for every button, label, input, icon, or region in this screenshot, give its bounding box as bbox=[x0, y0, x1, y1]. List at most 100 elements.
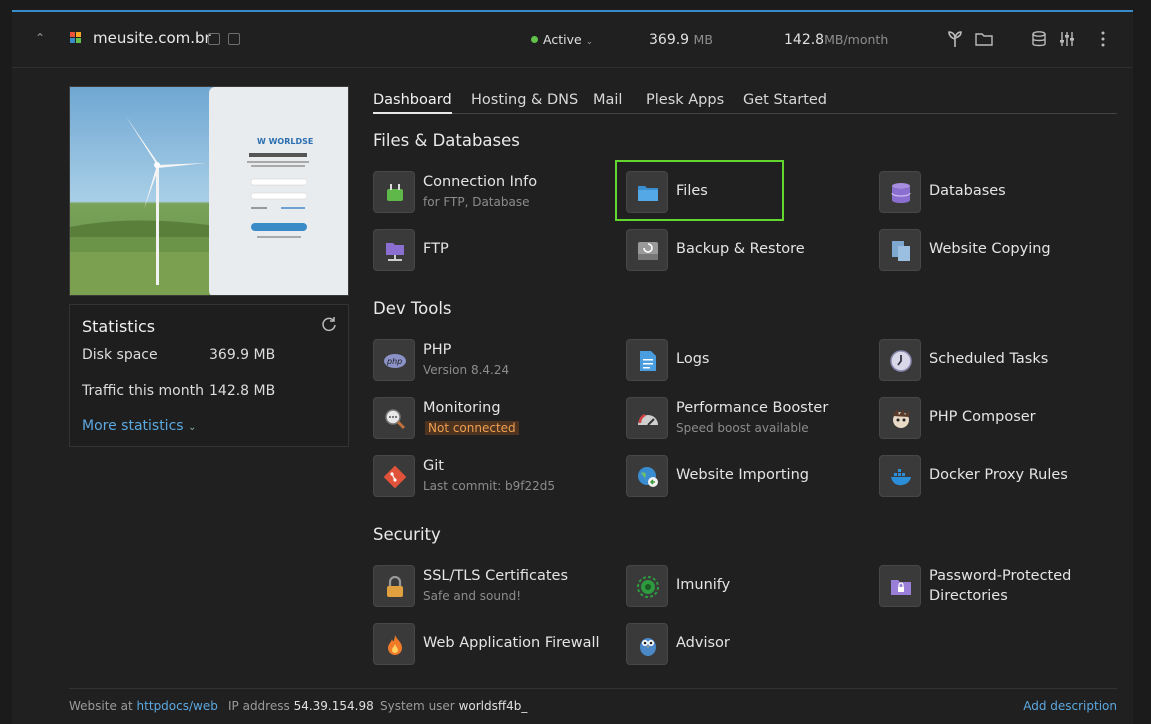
svg-text:W WORLDSE: W WORLDSE bbox=[257, 137, 313, 146]
tool-ssl-certificates[interactable]: SSL/TLS Certificates Safe and sound! bbox=[373, 565, 593, 609]
website-path-label: Website at bbox=[69, 699, 133, 713]
tab-plesk-apps[interactable]: Plesk Apps bbox=[646, 92, 724, 114]
site-logo-icon bbox=[70, 32, 82, 46]
disk-unit: MB bbox=[693, 32, 713, 47]
chevron-down-icon: ⌄ bbox=[585, 37, 594, 47]
tool-git[interactable]: Git Last commit: b9f22d5 bbox=[373, 455, 593, 499]
more-options-icon[interactable] bbox=[1093, 29, 1113, 49]
plug-icon bbox=[373, 171, 415, 213]
tab-mail[interactable]: Mail bbox=[593, 92, 622, 114]
tool-label: SSL/TLS Certificates bbox=[423, 568, 568, 584]
section-files-databases: Files & Databases bbox=[373, 131, 520, 150]
tool-sub: Version 8.4.24 bbox=[423, 363, 510, 377]
stats-value: 369.9 MB bbox=[209, 347, 276, 363]
more-statistics-label: More statistics bbox=[82, 418, 184, 434]
tool-label: Connection Info bbox=[423, 174, 538, 190]
subscription-card: ⌃ meusite.com.br Active ⌄ 369.9 MB 142.8M… bbox=[12, 10, 1133, 724]
imunify-icon bbox=[626, 565, 668, 607]
statistics-panel: Statistics Disk space 369.9 MB Traffic t… bbox=[69, 304, 349, 447]
collapse-chevron-icon[interactable]: ⌃ bbox=[32, 30, 48, 46]
tool-sub: Last commit: b9f22d5 bbox=[423, 479, 556, 493]
system-user-value: worldsff4b_ bbox=[458, 699, 528, 713]
tool-label: Performance Booster bbox=[676, 400, 829, 416]
section-dev-tools: Dev Tools bbox=[373, 299, 452, 318]
status-dot-icon bbox=[531, 36, 538, 43]
globe-import-icon bbox=[626, 455, 668, 497]
site-name[interactable]: meusite.com.br bbox=[93, 29, 211, 47]
tool-docker-proxy-rules[interactable]: Docker Proxy Rules bbox=[879, 455, 1079, 499]
tool-php[interactable]: php PHP Version 8.4.24 bbox=[373, 339, 573, 383]
tool-sub: Safe and sound! bbox=[423, 589, 522, 603]
tool-connection-info[interactable]: Connection Info for FTP, Database bbox=[373, 171, 593, 215]
sprout-icon[interactable] bbox=[945, 29, 965, 49]
tool-website-importing[interactable]: Website Importing bbox=[626, 455, 826, 499]
php-icon: php bbox=[373, 339, 415, 381]
card-footer: Website at httpdocs/web IP address 54.39… bbox=[69, 688, 1117, 713]
sliders-icon[interactable] bbox=[1057, 29, 1077, 49]
website-path-link[interactable]: httpdocs/web bbox=[137, 699, 218, 713]
website-path: Website at httpdocs/web bbox=[69, 699, 218, 713]
lock-icon bbox=[373, 565, 415, 607]
statistics-title: Statistics bbox=[82, 317, 156, 336]
tool-website-copying[interactable]: Website Copying bbox=[879, 229, 1079, 273]
git-icon bbox=[373, 455, 415, 497]
copy-icon[interactable] bbox=[208, 33, 220, 45]
tool-php-composer[interactable]: PHP Composer bbox=[879, 397, 1079, 441]
more-statistics-link[interactable]: More statistics ⌄ bbox=[82, 418, 196, 434]
composer-icon bbox=[879, 397, 921, 439]
tool-label: PHP bbox=[423, 342, 452, 358]
tab-hosting-dns[interactable]: Hosting & DNS bbox=[471, 92, 578, 114]
system-user-label: System user bbox=[380, 699, 455, 713]
database-icon[interactable] bbox=[1029, 29, 1049, 49]
speedometer-icon bbox=[626, 397, 668, 439]
svg-text:php: php bbox=[386, 357, 402, 366]
status-badge: Not connected bbox=[425, 421, 519, 435]
tool-label: Imunify bbox=[676, 577, 731, 593]
login-form-preview: W WORLDSE bbox=[247, 137, 313, 238]
disk-value: 369.9 bbox=[649, 32, 690, 48]
tool-label-line2: Directories bbox=[929, 588, 1008, 604]
tool-databases[interactable]: Databases bbox=[879, 171, 1079, 215]
traffic-value: 142.8 bbox=[784, 32, 825, 48]
tool-performance-booster[interactable]: Performance Booster Speed boost availabl… bbox=[626, 397, 829, 441]
tool-label: FTP bbox=[423, 241, 449, 257]
tool-label: Git bbox=[423, 458, 444, 474]
add-description-link[interactable]: Add description bbox=[1023, 699, 1117, 713]
magnifier-icon bbox=[373, 397, 415, 439]
tool-logs[interactable]: Logs bbox=[626, 339, 826, 383]
traffic-metric: 142.8MB/month bbox=[784, 32, 888, 48]
website-preview[interactable]: W WORLDSE bbox=[69, 86, 349, 296]
stats-value: 142.8 MB bbox=[209, 383, 276, 399]
locked-folder-icon bbox=[879, 565, 921, 607]
status-dropdown[interactable]: Active ⌄ bbox=[531, 32, 593, 47]
tool-label: Monitoring bbox=[423, 400, 501, 416]
tool-files[interactable]: Files bbox=[626, 171, 776, 215]
tool-label: Password-Protected bbox=[929, 568, 1072, 584]
ip-value: 54.39.154.98 bbox=[293, 699, 374, 713]
tool-password-protected-directories[interactable]: Password-Protected Directories bbox=[879, 565, 1099, 609]
log-file-icon bbox=[626, 339, 668, 381]
tab-bar: Dashboard Hosting & DNS Mail Plesk Apps … bbox=[373, 92, 1117, 114]
tool-web-application-firewall[interactable]: Web Application Firewall bbox=[373, 623, 603, 667]
backup-icon bbox=[626, 229, 668, 271]
open-external-icon[interactable] bbox=[228, 33, 240, 45]
tool-imunify[interactable]: Imunify bbox=[626, 565, 826, 609]
tool-scheduled-tasks[interactable]: Scheduled Tasks bbox=[879, 339, 1079, 383]
copy-pages-icon bbox=[879, 229, 921, 271]
tab-dashboard[interactable]: Dashboard bbox=[373, 92, 452, 114]
tool-advisor[interactable]: Advisor bbox=[626, 623, 826, 667]
tool-ftp[interactable]: FTP bbox=[373, 229, 573, 273]
folder-icon[interactable] bbox=[974, 29, 994, 49]
tool-monitoring[interactable]: Monitoring Not connected bbox=[373, 397, 573, 441]
tool-label: Files bbox=[676, 183, 708, 199]
flame-icon bbox=[373, 623, 415, 665]
section-security: Security bbox=[373, 525, 441, 544]
tool-label: Website Importing bbox=[676, 467, 809, 483]
tool-label: Scheduled Tasks bbox=[929, 351, 1049, 367]
tool-backup-restore[interactable]: Backup & Restore bbox=[626, 229, 826, 273]
ftp-folder-icon bbox=[373, 229, 415, 271]
database-icon bbox=[879, 171, 921, 213]
tab-get-started[interactable]: Get Started bbox=[743, 92, 827, 114]
refresh-icon[interactable] bbox=[320, 315, 338, 333]
system-user: System user worldsff4b_ bbox=[380, 699, 527, 713]
